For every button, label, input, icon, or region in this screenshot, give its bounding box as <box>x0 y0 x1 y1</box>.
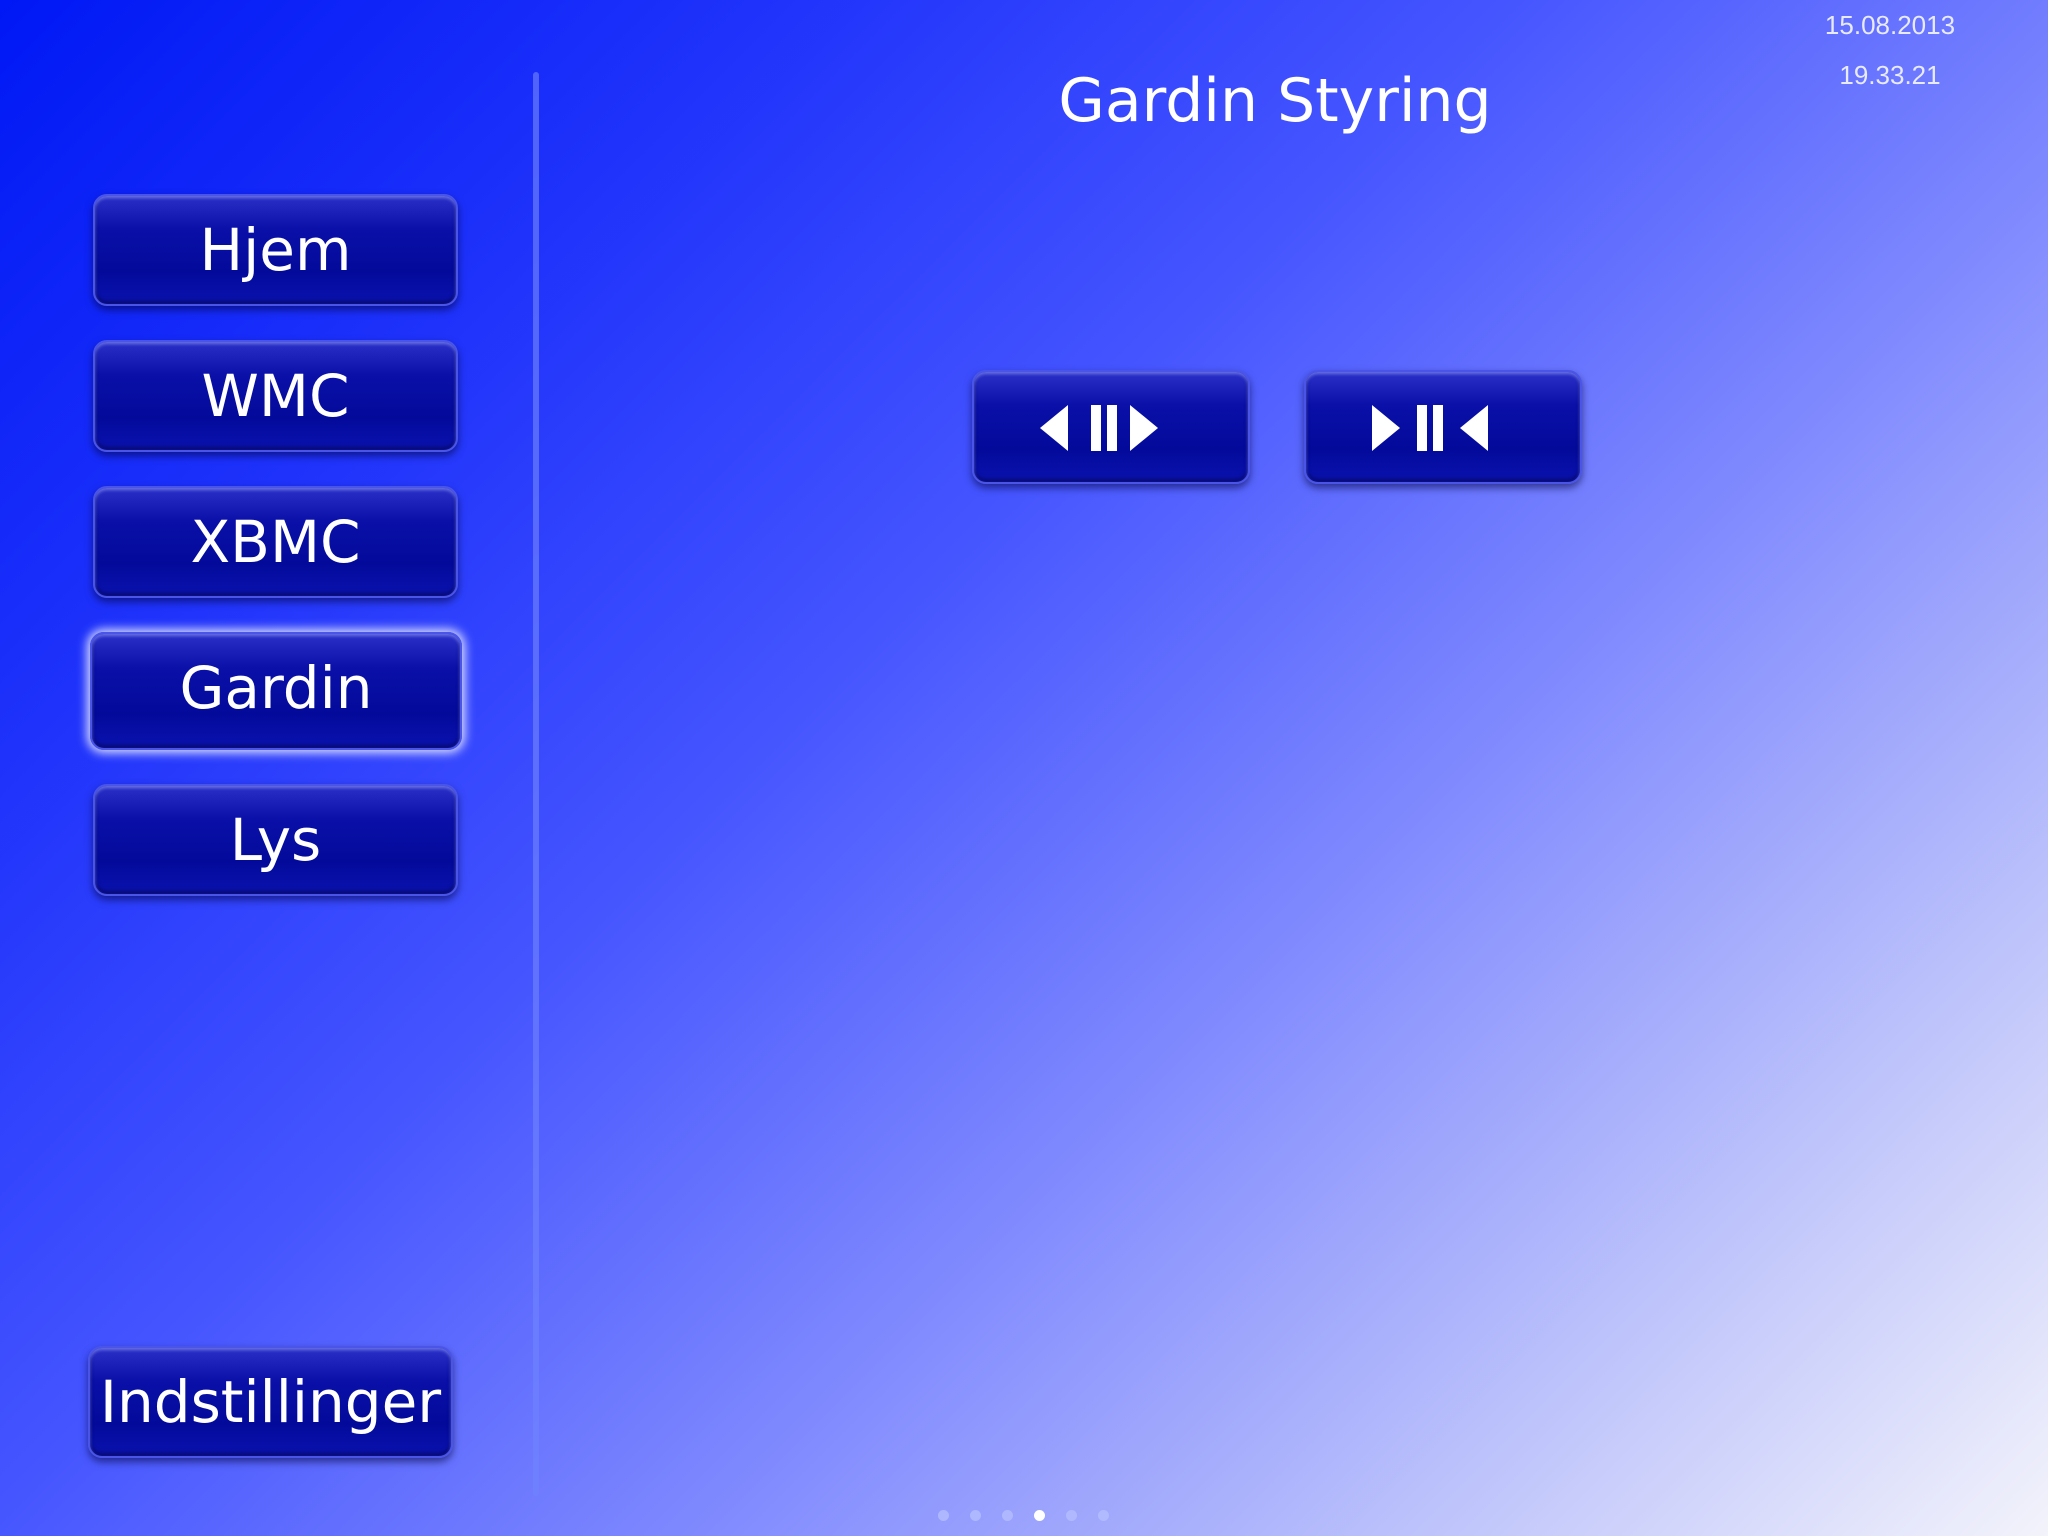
curtain-close-icon <box>1372 405 1488 451</box>
page-dot[interactable] <box>1098 1510 1109 1521</box>
sidebar-item-wmc[interactable]: WMC <box>93 340 458 452</box>
sidebar-item-gardin[interactable]: Gardin <box>90 632 462 750</box>
time-display: 19.33.21 <box>1839 60 1941 90</box>
sidebar-item-xbmc[interactable]: XBMC <box>93 486 458 598</box>
sidebar-item-hjem[interactable]: Hjem <box>93 194 458 306</box>
page-title: Gardin Styring <box>1058 66 1492 136</box>
page-dot-active[interactable] <box>1034 1510 1045 1521</box>
page-dot[interactable] <box>1066 1510 1077 1521</box>
page-dot[interactable] <box>970 1510 981 1521</box>
date-display: 15.08.2013 <box>1824 10 1956 40</box>
page-dot[interactable] <box>938 1510 949 1521</box>
curtain-close-button[interactable] <box>1304 370 1582 484</box>
sidebar-item-lys[interactable]: Lys <box>93 784 458 896</box>
settings-button[interactable]: Indstillinger <box>88 1346 453 1458</box>
page-dot[interactable] <box>1002 1510 1013 1521</box>
curtain-open-icon <box>1040 405 1158 451</box>
sidebar-divider <box>533 72 539 1496</box>
curtain-open-button[interactable] <box>972 370 1250 484</box>
